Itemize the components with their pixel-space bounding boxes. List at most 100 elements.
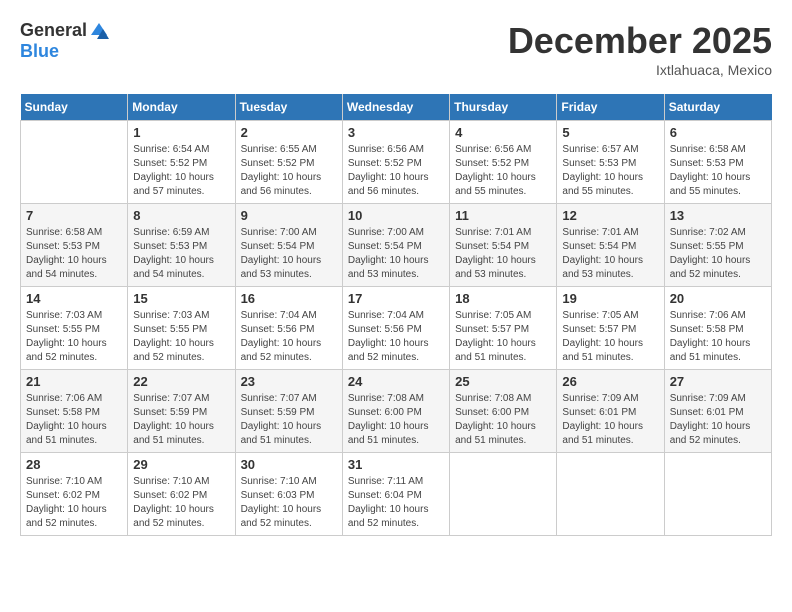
day-number: 8 [133,208,229,223]
table-row: 8 Sunrise: 6:59 AM Sunset: 5:53 PM Dayli… [128,204,235,287]
day-info: Sunrise: 7:10 AM Sunset: 6:02 PM Dayligh… [26,475,122,531]
day-number: 10 [348,208,444,223]
day-info: Sunrise: 7:09 AM Sunset: 6:01 PM Dayligh… [670,392,766,448]
day-info: Sunrise: 7:03 AM Sunset: 5:55 PM Dayligh… [26,309,122,365]
table-row: 1 Sunrise: 6:54 AM Sunset: 5:52 PM Dayli… [128,121,235,204]
day-number: 15 [133,291,229,306]
table-row: 27 Sunrise: 7:09 AM Sunset: 6:01 PM Dayl… [664,370,771,453]
table-row: 7 Sunrise: 6:58 AM Sunset: 5:53 PM Dayli… [21,204,128,287]
table-row: 15 Sunrise: 7:03 AM Sunset: 5:55 PM Dayl… [128,287,235,370]
table-row [664,453,771,536]
day-info: Sunrise: 7:00 AM Sunset: 5:54 PM Dayligh… [241,226,337,282]
day-info: Sunrise: 6:55 AM Sunset: 5:52 PM Dayligh… [241,143,337,199]
table-row: 29 Sunrise: 7:10 AM Sunset: 6:02 PM Dayl… [128,453,235,536]
day-number: 6 [670,125,766,140]
day-number: 21 [26,374,122,389]
table-row: 13 Sunrise: 7:02 AM Sunset: 5:55 PM Dayl… [664,204,771,287]
day-info: Sunrise: 7:08 AM Sunset: 6:00 PM Dayligh… [455,392,551,448]
table-row: 18 Sunrise: 7:05 AM Sunset: 5:57 PM Dayl… [450,287,557,370]
day-number: 12 [562,208,658,223]
table-row: 22 Sunrise: 7:07 AM Sunset: 5:59 PM Dayl… [128,370,235,453]
day-number: 2 [241,125,337,140]
col-monday: Monday [128,94,235,121]
table-row: 26 Sunrise: 7:09 AM Sunset: 6:01 PM Dayl… [557,370,664,453]
calendar-week-row: 21 Sunrise: 7:06 AM Sunset: 5:58 PM Dayl… [21,370,772,453]
day-info: Sunrise: 6:58 AM Sunset: 5:53 PM Dayligh… [26,226,122,282]
day-info: Sunrise: 7:05 AM Sunset: 5:57 PM Dayligh… [455,309,551,365]
col-thursday: Thursday [450,94,557,121]
table-row: 3 Sunrise: 6:56 AM Sunset: 5:52 PM Dayli… [342,121,449,204]
day-info: Sunrise: 6:57 AM Sunset: 5:53 PM Dayligh… [562,143,658,199]
day-number: 7 [26,208,122,223]
day-info: Sunrise: 6:54 AM Sunset: 5:52 PM Dayligh… [133,143,229,199]
table-row: 6 Sunrise: 6:58 AM Sunset: 5:53 PM Dayli… [664,121,771,204]
table-row: 5 Sunrise: 6:57 AM Sunset: 5:53 PM Dayli… [557,121,664,204]
day-info: Sunrise: 7:10 AM Sunset: 6:03 PM Dayligh… [241,475,337,531]
day-number: 14 [26,291,122,306]
day-info: Sunrise: 7:04 AM Sunset: 5:56 PM Dayligh… [241,309,337,365]
day-info: Sunrise: 7:03 AM Sunset: 5:55 PM Dayligh… [133,309,229,365]
location: Ixtlahuaca, Mexico [508,62,772,78]
day-info: Sunrise: 7:04 AM Sunset: 5:56 PM Dayligh… [348,309,444,365]
calendar-week-row: 1 Sunrise: 6:54 AM Sunset: 5:52 PM Dayli… [21,121,772,204]
day-info: Sunrise: 7:06 AM Sunset: 5:58 PM Dayligh… [26,392,122,448]
logo: General Blue [20,20,111,62]
day-number: 23 [241,374,337,389]
day-info: Sunrise: 7:10 AM Sunset: 6:02 PM Dayligh… [133,475,229,531]
table-row: 14 Sunrise: 7:03 AM Sunset: 5:55 PM Dayl… [21,287,128,370]
day-number: 30 [241,457,337,472]
logo-blue-text: Blue [20,41,59,62]
table-row: 21 Sunrise: 7:06 AM Sunset: 5:58 PM Dayl… [21,370,128,453]
table-row [557,453,664,536]
day-info: Sunrise: 7:07 AM Sunset: 5:59 PM Dayligh… [241,392,337,448]
day-info: Sunrise: 7:08 AM Sunset: 6:00 PM Dayligh… [348,392,444,448]
table-row [450,453,557,536]
page-header: General Blue December 2025 Ixtlahuaca, M… [20,20,772,78]
table-row: 11 Sunrise: 7:01 AM Sunset: 5:54 PM Dayl… [450,204,557,287]
table-row: 4 Sunrise: 6:56 AM Sunset: 5:52 PM Dayli… [450,121,557,204]
day-info: Sunrise: 7:06 AM Sunset: 5:58 PM Dayligh… [670,309,766,365]
day-info: Sunrise: 7:01 AM Sunset: 5:54 PM Dayligh… [455,226,551,282]
table-row: 17 Sunrise: 7:04 AM Sunset: 5:56 PM Dayl… [342,287,449,370]
day-info: Sunrise: 7:07 AM Sunset: 5:59 PM Dayligh… [133,392,229,448]
table-row: 12 Sunrise: 7:01 AM Sunset: 5:54 PM Dayl… [557,204,664,287]
table-row: 20 Sunrise: 7:06 AM Sunset: 5:58 PM Dayl… [664,287,771,370]
logo-icon [89,21,109,41]
table-row: 23 Sunrise: 7:07 AM Sunset: 5:59 PM Dayl… [235,370,342,453]
day-number: 11 [455,208,551,223]
table-row [21,121,128,204]
day-number: 3 [348,125,444,140]
col-wednesday: Wednesday [342,94,449,121]
month-title: December 2025 [508,20,772,62]
day-number: 17 [348,291,444,306]
day-info: Sunrise: 6:56 AM Sunset: 5:52 PM Dayligh… [348,143,444,199]
day-info: Sunrise: 7:09 AM Sunset: 6:01 PM Dayligh… [562,392,658,448]
day-number: 16 [241,291,337,306]
table-row: 25 Sunrise: 7:08 AM Sunset: 6:00 PM Dayl… [450,370,557,453]
day-number: 18 [455,291,551,306]
calendar-week-row: 28 Sunrise: 7:10 AM Sunset: 6:02 PM Dayl… [21,453,772,536]
day-number: 27 [670,374,766,389]
table-row: 30 Sunrise: 7:10 AM Sunset: 6:03 PM Dayl… [235,453,342,536]
day-number: 31 [348,457,444,472]
day-info: Sunrise: 7:05 AM Sunset: 5:57 PM Dayligh… [562,309,658,365]
table-row: 2 Sunrise: 6:55 AM Sunset: 5:52 PM Dayli… [235,121,342,204]
day-info: Sunrise: 7:00 AM Sunset: 5:54 PM Dayligh… [348,226,444,282]
day-info: Sunrise: 6:59 AM Sunset: 5:53 PM Dayligh… [133,226,229,282]
day-number: 5 [562,125,658,140]
day-number: 20 [670,291,766,306]
day-number: 1 [133,125,229,140]
day-number: 29 [133,457,229,472]
table-row: 31 Sunrise: 7:11 AM Sunset: 6:04 PM Dayl… [342,453,449,536]
day-number: 25 [455,374,551,389]
calendar-header-row: Sunday Monday Tuesday Wednesday Thursday… [21,94,772,121]
col-tuesday: Tuesday [235,94,342,121]
calendar-table: Sunday Monday Tuesday Wednesday Thursday… [20,94,772,536]
table-row: 9 Sunrise: 7:00 AM Sunset: 5:54 PM Dayli… [235,204,342,287]
day-info: Sunrise: 7:02 AM Sunset: 5:55 PM Dayligh… [670,226,766,282]
col-saturday: Saturday [664,94,771,121]
day-number: 9 [241,208,337,223]
logo-general-text: General [20,20,87,41]
day-number: 22 [133,374,229,389]
title-block: December 2025 Ixtlahuaca, Mexico [508,20,772,78]
